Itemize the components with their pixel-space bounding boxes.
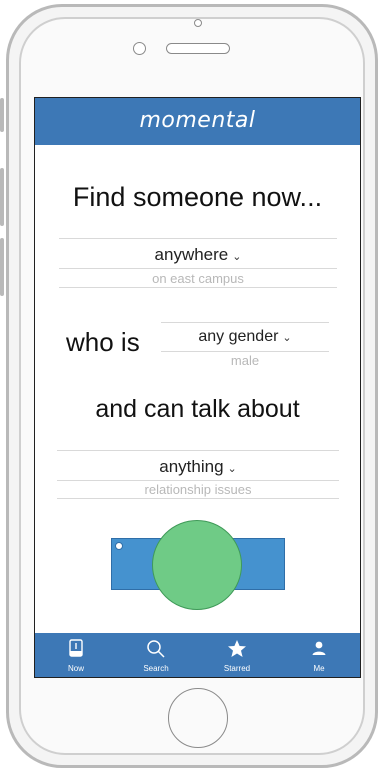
tab-me-label: Me xyxy=(313,664,325,673)
tab-bar: Now Search Starred Me xyxy=(35,633,360,677)
search-icon xyxy=(147,640,165,658)
location-selected[interactable]: anywhere ⌄ xyxy=(59,245,337,265)
tab-starred-label: Starred xyxy=(223,664,251,673)
front-camera xyxy=(133,42,146,55)
chevron-down-icon: ⌄ xyxy=(227,463,237,475)
chevron-down-icon: ⌄ xyxy=(282,332,292,344)
location-next-option[interactable]: on east campus xyxy=(59,271,337,286)
gender-selected-label: any gender xyxy=(198,328,279,345)
gender-selected[interactable]: any gender ⌄ xyxy=(161,328,329,346)
tab-now-label: Now xyxy=(67,664,84,673)
home-button[interactable] xyxy=(168,688,228,748)
tab-me[interactable]: Me xyxy=(279,633,359,677)
tab-search-label: Search xyxy=(143,664,169,673)
talk-label: and can talk about xyxy=(95,395,300,423)
topic-picker[interactable]: anything ⌄ xyxy=(57,450,339,481)
location-picker[interactable]: anywhere ⌄ xyxy=(59,238,337,269)
gender-next-option[interactable]: male xyxy=(161,353,329,367)
earpiece-speaker xyxy=(166,43,230,54)
tab-search[interactable]: Search xyxy=(116,633,196,677)
topic-selected-label: anything xyxy=(159,457,224,476)
gender-picker[interactable]: any gender ⌄ xyxy=(161,322,329,352)
app-brand: momental xyxy=(139,108,256,133)
top-sensor xyxy=(194,19,202,27)
headline: Find someone now... xyxy=(72,182,323,212)
location-next-option-row: on east campus xyxy=(59,269,337,288)
app-screen: momental Find someone now... anywhere ⌄ o… xyxy=(34,97,361,678)
star-icon xyxy=(228,640,246,657)
find-match-button[interactable] xyxy=(152,520,242,610)
volume-down-button xyxy=(0,238,4,296)
gender-next-option-row: male xyxy=(161,351,329,367)
mute-switch xyxy=(0,98,4,132)
tab-starred[interactable]: Starred xyxy=(197,633,277,677)
chevron-down-icon: ⌄ xyxy=(232,251,242,263)
topic-next-option-row: relationship issues xyxy=(57,480,339,499)
person-icon xyxy=(312,641,326,655)
topic-selected[interactable]: anything ⌄ xyxy=(57,457,339,477)
now-icon xyxy=(69,639,83,657)
topic-next-option[interactable]: relationship issues xyxy=(57,482,339,497)
location-selected-label: anywhere xyxy=(154,245,229,264)
tab-now[interactable]: Now xyxy=(36,633,116,677)
resize-handle-icon xyxy=(115,542,123,550)
who-label: who is xyxy=(66,327,140,357)
nav-bar: momental xyxy=(35,98,360,145)
volume-up-button xyxy=(0,168,4,226)
